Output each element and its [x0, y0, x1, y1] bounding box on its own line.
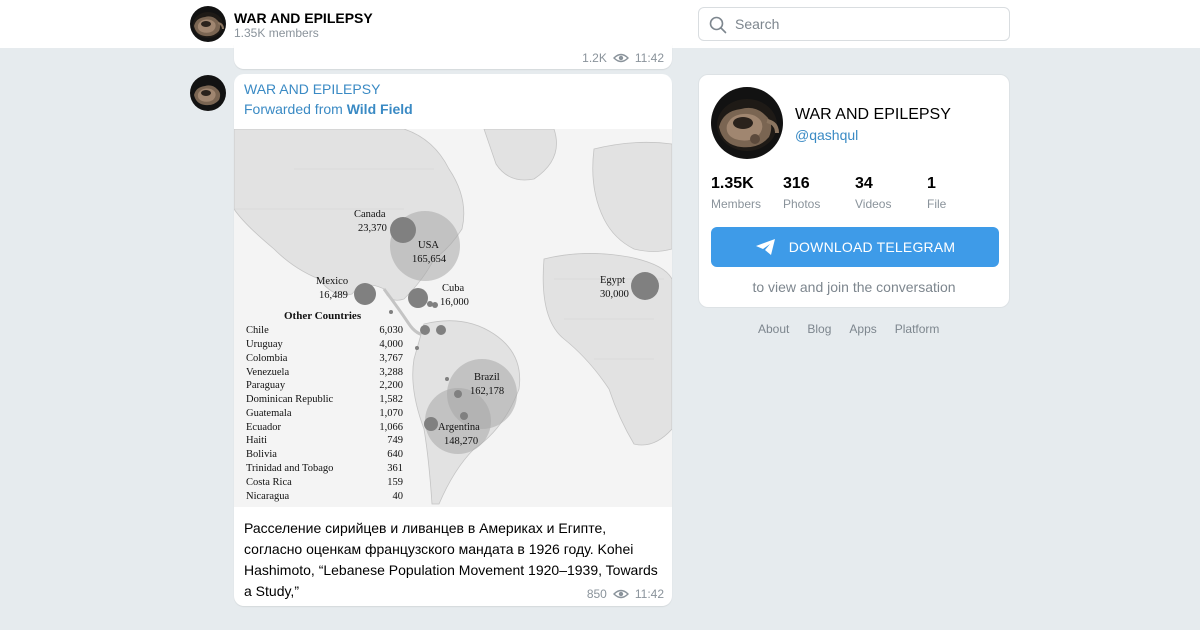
map-label: 162,178 [470, 386, 504, 397]
svg-text:6,030: 6,030 [379, 325, 403, 336]
map-label: USA [418, 240, 439, 251]
stat-number: 1 [927, 175, 936, 192]
card-channel-handle[interactable]: @qashqul [795, 127, 858, 143]
forwarded-from: Forwarded from Wild Field [244, 101, 413, 117]
join-note: to view and join the conversation [752, 279, 956, 295]
map-label: 16,489 [319, 290, 348, 301]
stat-members: 1.35K Members [711, 175, 761, 211]
svg-text:3,288: 3,288 [379, 367, 403, 378]
map-label: 165,654 [412, 254, 447, 265]
map-label: 23,370 [358, 223, 387, 234]
footer-link-blog[interactable]: Blog [807, 322, 831, 336]
footer-link-about[interactable]: About [758, 322, 789, 336]
footer-link-apps[interactable]: Apps [849, 322, 876, 336]
svg-text:Nicaragua: Nicaragua [246, 491, 289, 502]
svg-text:Paraguay: Paraguay [246, 380, 286, 391]
channel-info-card: WAR AND EPILEPSY @qashqul 1.35K Members … [698, 74, 1010, 308]
view-count: 1.2K [582, 51, 607, 65]
header-member-count: 1.35K members [234, 26, 319, 40]
previous-message-meta: 1.2K 11:42 [582, 51, 664, 65]
stat-label: File [927, 197, 947, 211]
download-label: DOWNLOAD TELEGRAM [788, 239, 956, 255]
message-meta: 850 11:42 [587, 587, 664, 601]
stat-videos[interactable]: 34 Videos [855, 175, 891, 211]
message-bubble: WAR AND EPILEPSY Forwarded from Wild Fie… [234, 74, 672, 606]
eye-icon [612, 589, 629, 599]
map-label: Argentina [438, 422, 480, 433]
stat-photos[interactable]: 316 Photos [783, 175, 820, 211]
map-label: Canada [354, 209, 386, 220]
map-label: 16,000 [440, 297, 469, 308]
previous-message: 1.2K 11:42 [234, 44, 672, 69]
message-avatar[interactable] [190, 75, 226, 111]
eye-icon [612, 53, 629, 63]
map-label: Egypt [600, 275, 625, 286]
stat-label: Members [711, 197, 762, 211]
footer-links: About Blog Apps Platform [758, 322, 939, 336]
svg-text:Chile: Chile [246, 325, 269, 336]
footer-link-platform[interactable]: Platform [895, 322, 940, 336]
svg-text:640: 640 [387, 449, 403, 460]
svg-text:Ecuador: Ecuador [246, 422, 281, 433]
map-label: 30,000 [600, 289, 629, 300]
search-icon [709, 16, 727, 34]
other-countries-title: Other Countries [284, 310, 362, 322]
svg-text:159: 159 [387, 477, 403, 488]
oil-lamp-image [190, 6, 226, 42]
view-count: 850 [586, 587, 607, 601]
stat-number: 316 [783, 175, 810, 192]
map-label: Mexico [316, 276, 348, 287]
svg-text:2,200: 2,200 [379, 380, 403, 391]
oil-lamp-image [711, 87, 783, 159]
download-telegram-button[interactable]: DOWNLOAD TELEGRAM [711, 227, 999, 267]
message-time: 11:42 [634, 587, 664, 601]
channel-avatar[interactable] [190, 6, 226, 42]
svg-text:Trinidad and Tobago: Trinidad and Tobago [246, 463, 333, 474]
svg-text:Colombia: Colombia [246, 353, 288, 364]
card-channel-title: WAR AND EPILEPSY [795, 106, 951, 123]
search-input[interactable] [735, 8, 1003, 40]
svg-text:749: 749 [387, 435, 403, 446]
svg-text:40: 40 [393, 491, 404, 502]
forwarded-prefix: Forwarded from [244, 101, 347, 117]
oil-lamp-image [190, 75, 226, 111]
svg-text:Haiti: Haiti [246, 435, 267, 446]
stat-number: 1.35K [711, 175, 754, 192]
svg-text:Uruguay: Uruguay [246, 339, 283, 350]
search-box[interactable] [698, 7, 1010, 41]
top-header: WAR AND EPILEPSY 1.35K members [0, 0, 1200, 48]
svg-text:1,066: 1,066 [379, 422, 403, 433]
svg-text:361: 361 [387, 463, 403, 474]
stat-label: Videos [855, 197, 892, 211]
message-channel-name[interactable]: WAR AND EPILEPSY [244, 81, 380, 97]
svg-text:4,000: 4,000 [379, 339, 403, 350]
telegram-plane-icon [755, 239, 775, 255]
svg-text:Dominican Republic: Dominican Republic [246, 394, 334, 405]
card-avatar [711, 87, 783, 159]
svg-text:3,767: 3,767 [379, 353, 403, 364]
message-time: 11:42 [634, 51, 664, 65]
svg-text:1,582: 1,582 [379, 394, 403, 405]
svg-text:Venezuela: Venezuela [246, 367, 289, 378]
map-label: Brazil [474, 372, 500, 383]
stat-label: Photos [783, 197, 821, 211]
svg-text:Costa Rica: Costa Rica [246, 477, 292, 488]
svg-text:1,070: 1,070 [379, 408, 403, 419]
map-label: Cuba [442, 283, 465, 294]
stat-number: 34 [855, 175, 873, 192]
forwarded-source-link[interactable]: Wild Field [347, 101, 413, 117]
svg-text:Guatemala: Guatemala [246, 408, 292, 419]
header-channel-title[interactable]: WAR AND EPILEPSY [234, 10, 373, 26]
stat-files[interactable]: 1 File [927, 175, 946, 211]
map-label: 148,270 [444, 436, 478, 447]
map-image: Canada 23,370 USA 165,654 Mexico 16,489 … [234, 128, 672, 507]
message-photo[interactable]: Canada 23,370 USA 165,654 Mexico 16,489 … [234, 128, 672, 507]
svg-text:Bolivia: Bolivia [246, 449, 277, 460]
